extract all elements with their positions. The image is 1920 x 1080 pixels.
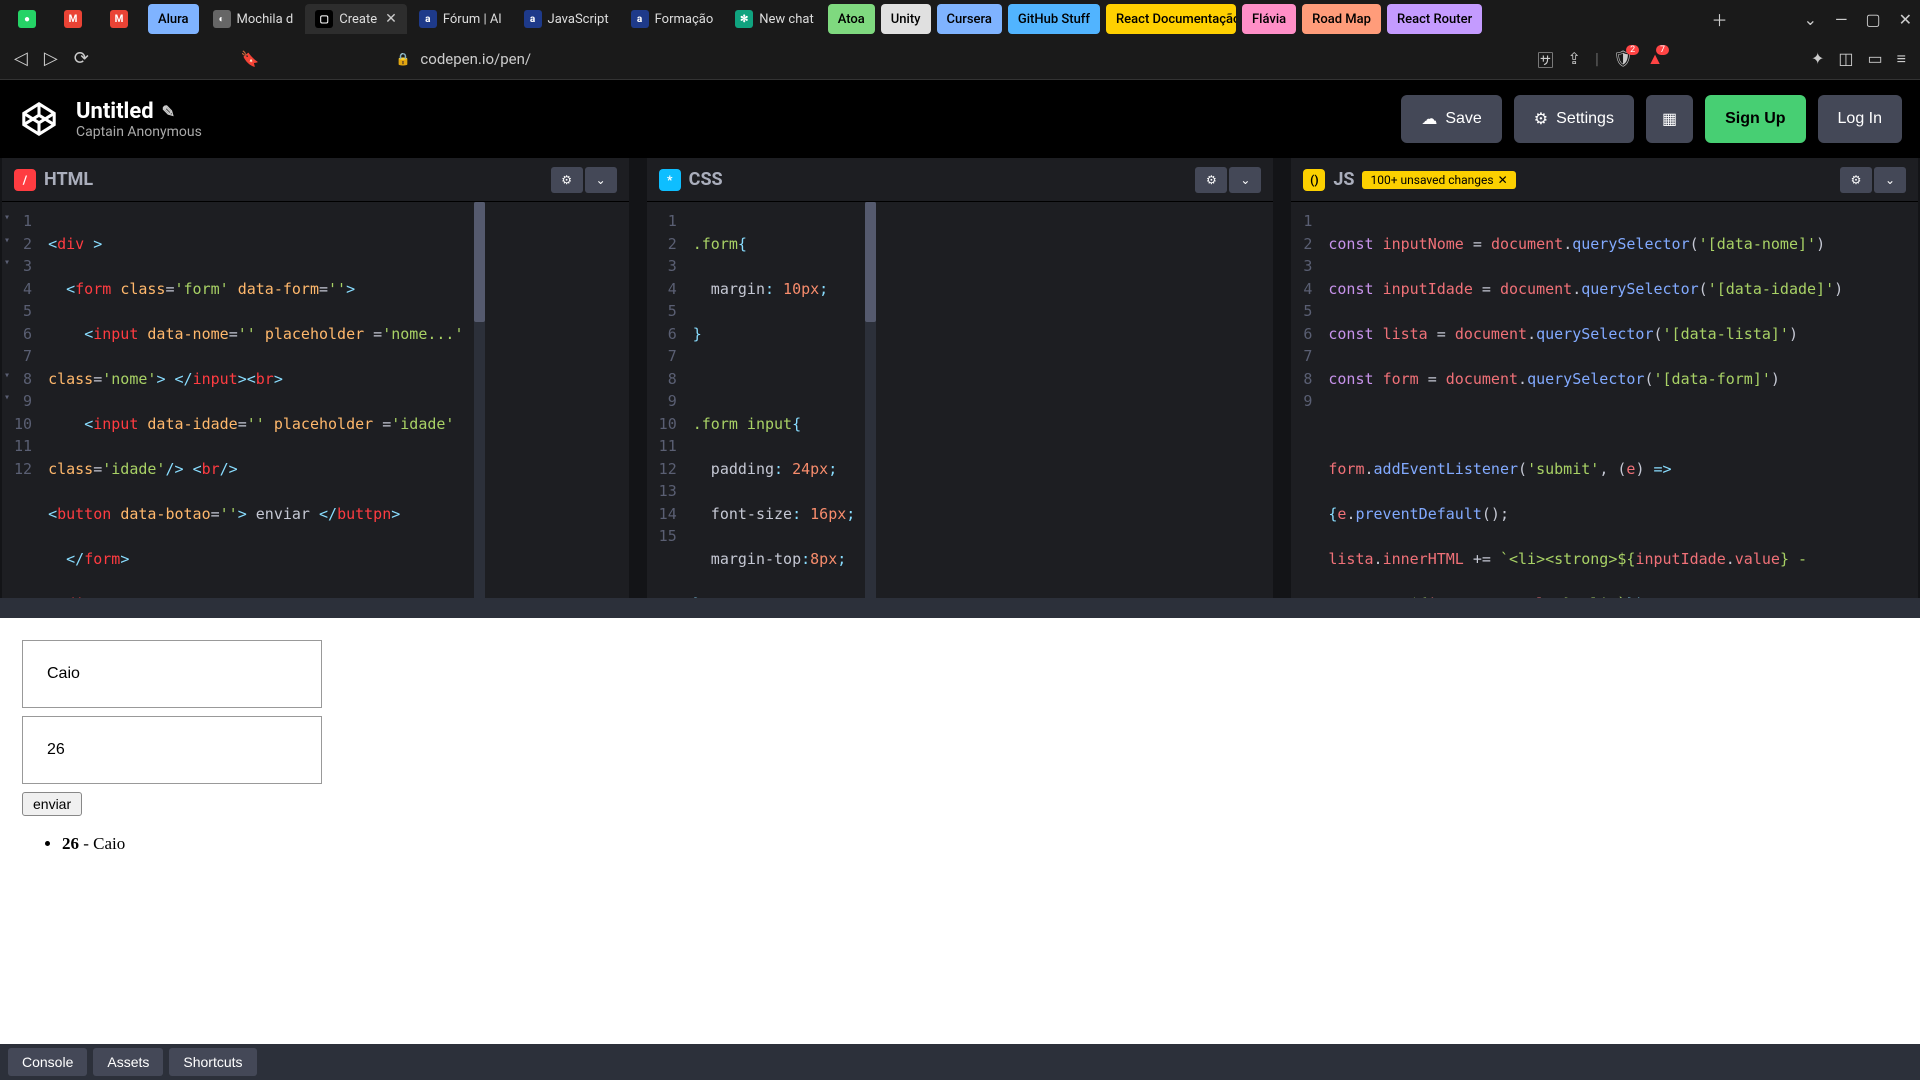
sidebar-icon[interactable]: ◫ [1838,49,1853,68]
shortcuts-button[interactable]: Shortcuts [169,1048,256,1076]
unsaved-badge[interactable]: 100+ unsaved changes ✕ [1362,171,1515,189]
edit-title-icon[interactable]: ✎ [162,102,175,121]
browser-tab[interactable]: Alura [148,4,199,34]
browser-tab[interactable]: aFormação [621,4,724,34]
codepen-logo-icon[interactable] [18,98,60,140]
list-item: 26 - Caio [62,834,1908,854]
tab-dropdown-icon[interactable]: ⌄ [1804,10,1817,29]
browser-tab[interactable]: React Documentação [1106,4,1236,34]
enviar-button[interactable]: enviar [22,792,82,816]
tab-favicon-icon: a [524,10,542,28]
js-lang-icon: () [1303,169,1325,191]
html-scrollbar[interactable] [474,202,485,598]
forward-icon[interactable]: ▷ [44,48,58,69]
assets-button[interactable]: Assets [93,1048,163,1076]
tab-favicon-icon: M [110,10,128,28]
idade-input[interactable] [22,716,322,784]
new-tab-icon[interactable]: ＋ [1712,7,1728,31]
js-editor: () JS 100+ unsaved changes ✕ ⚙ ⌄ 1234567… [1291,158,1918,598]
browser-tab[interactable]: M [100,4,144,34]
js-code-area[interactable]: 123456789 const inputNome = document.que… [1291,202,1918,598]
brave-shield-icon[interactable]: 🛡2 [1613,49,1633,68]
nome-input[interactable] [22,640,322,708]
bookmark-icon[interactable]: 🔖 [241,50,260,68]
pen-title[interactable]: Untitled✎ [76,99,202,124]
output-preview: enviar 26 - Caio [0,618,1920,1044]
output-list: 26 - Caio [12,834,1908,854]
js-dropdown-icon[interactable]: ⌄ [1874,167,1906,193]
address-bar[interactable]: 🔒 codepen.io/pen/ [395,50,531,68]
console-button[interactable]: Console [8,1048,87,1076]
js-settings-icon[interactable]: ⚙ [1840,167,1872,193]
gear-icon: ⚙ [1534,109,1548,129]
browser-tab[interactable]: React Router [1387,4,1482,34]
browser-tab[interactable]: M [54,4,98,34]
js-editor-title: JS [1333,169,1354,190]
tab-favicon-icon: ● [18,10,36,28]
share-icon[interactable]: ⇪ [1568,49,1581,68]
browser-tab[interactable]: ● [8,4,52,34]
css-editor-title: CSS [689,169,723,190]
back-icon[interactable]: ◁ [14,48,28,69]
browser-tab[interactable]: Atoa [828,4,875,34]
menu-icon[interactable]: ≡ [1897,49,1906,69]
browser-tab[interactable]: Cursera [937,4,1002,34]
browser-tab[interactable]: aFórum | Al [409,4,512,34]
maximize-icon[interactable]: ▢ [1865,10,1880,29]
layout-icon: ▦ [1662,109,1677,129]
css-lang-icon: * [659,169,681,191]
browser-tab[interactable]: Flávia [1242,4,1296,34]
html-editor-title: HTML [44,169,93,190]
save-button[interactable]: ☁Save [1401,95,1501,143]
css-settings-icon[interactable]: ⚙ [1195,167,1227,193]
signup-button[interactable]: Sign Up [1705,95,1805,143]
tab-favicon-icon: ▢ [315,10,333,28]
browser-tab[interactable]: ▢Create✕ [305,4,407,34]
close-unsaved-icon[interactable]: ✕ [1498,173,1508,187]
translate-icon[interactable]: 🈂 [1538,47,1554,71]
html-editor: / HTML ⚙ ⌄ 123456789101112 <div > <form … [2,158,629,598]
html-lang-icon: / [14,169,36,191]
tab-favicon-icon: M [64,10,82,28]
close-window-icon[interactable]: ✕ [1899,10,1912,29]
css-editor: * CSS ⚙ ⌄ 123456789101112131415 .form{ m… [647,158,1274,598]
tab-favicon-icon: a [419,10,437,28]
output-divider[interactable] [0,598,1920,618]
extensions-icon[interactable]: ✦ [1811,49,1824,68]
reload-icon[interactable]: ⟳ [74,48,89,69]
settings-button[interactable]: ⚙Settings [1514,95,1634,143]
css-code-area[interactable]: 123456789101112131415 .form{ margin: 10p… [647,202,1274,598]
minimize-icon[interactable]: ― [1835,10,1848,29]
html-settings-icon[interactable]: ⚙ [551,167,583,193]
brave-rewards-icon[interactable]: ▲7 [1647,49,1663,69]
editor-row: / HTML ⚙ ⌄ 123456789101112 <div > <form … [0,158,1920,598]
tab-favicon-icon: a [631,10,649,28]
codepen-footer: Console Assets Shortcuts [0,1044,1920,1080]
tab-close-icon[interactable]: ✕ [385,11,397,27]
tab-favicon-icon: ✻ [735,10,753,28]
browser-tab-strip: ● M M Alura◐Mochila d▢Create✕aFórum | AlaJa… [0,0,1920,38]
browser-toolbar: ◁ ▷ ⟳ 🔖 🔒 codepen.io/pen/ 🈂 ⇪ | 🛡2 ▲7 ✦ … [0,38,1920,80]
browser-tab[interactable]: Unity [881,4,931,34]
cloud-icon: ☁ [1421,109,1437,129]
url-text: codepen.io/pen/ [420,50,531,68]
browser-tab[interactable]: Road Map [1302,4,1381,34]
browser-tab[interactable]: ✻New chat [725,4,823,34]
browser-tab[interactable]: aJavaScript [514,4,619,34]
css-scrollbar[interactable] [865,202,876,598]
browser-tab[interactable]: ◐Mochila d [203,4,304,34]
wallet-icon[interactable]: ▭ [1868,49,1883,68]
login-button[interactable]: Log In [1818,95,1902,143]
layout-button[interactable]: ▦ [1646,95,1693,143]
tab-favicon-icon: ◐ [213,10,231,28]
browser-tab[interactable]: GitHub Stuff [1008,4,1100,34]
window-controls: ＋ ⌄ ― ▢ ✕ [1712,7,1912,31]
html-code-area[interactable]: 123456789101112 <div > <form class='form… [2,202,629,598]
lock-icon: 🔒 [395,52,410,66]
html-dropdown-icon[interactable]: ⌄ [585,167,617,193]
css-dropdown-icon[interactable]: ⌄ [1229,167,1261,193]
pen-author: Captain Anonymous [76,124,202,140]
codepen-header: Untitled✎ Captain Anonymous ☁Save ⚙Setti… [0,80,1920,158]
